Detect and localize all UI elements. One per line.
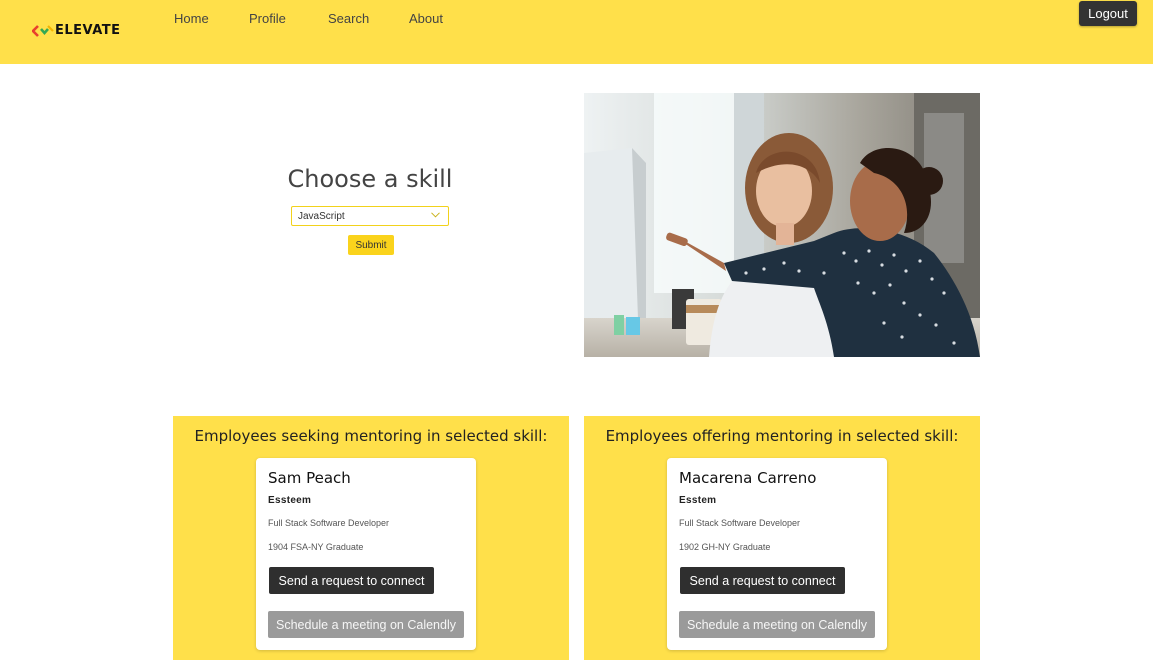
nav-profile[interactable]: Profile (249, 11, 286, 27)
offering-panel-title: Employees offering mentoring in selected… (605, 427, 959, 445)
employee-company: Esstem (679, 495, 717, 506)
employee-role: Full Stack Software Developer (268, 518, 390, 528)
employee-card: Macarena Carreno Esstem Full Stack Softw… (667, 458, 887, 650)
top-nav-bar: ELEVATE Home Profile Search About Logout (0, 0, 1153, 64)
elevate-logo-icon (32, 25, 54, 37)
employee-role: Full Stack Software Developer (679, 518, 801, 528)
skill-select[interactable]: JavaScript (291, 206, 449, 226)
seeking-panel-title: Employees seeking mentoring in selected … (194, 427, 548, 445)
employee-company: Essteem (268, 495, 312, 506)
send-connect-request-button[interactable]: Send a request to connect (269, 567, 434, 594)
chevron-down-icon (431, 212, 440, 218)
employee-name: Sam Peach (268, 469, 351, 487)
skill-select-value: JavaScript (298, 211, 345, 222)
schedule-calendly-button[interactable]: Schedule a meeting on Calendly (268, 611, 464, 638)
employee-card: Sam Peach Essteem Full Stack Software De… (256, 458, 476, 650)
submit-button[interactable]: Submit (348, 235, 394, 255)
offering-mentoring-panel: Employees offering mentoring in selected… (584, 416, 980, 660)
nav-about[interactable]: About (409, 11, 443, 27)
brand-name: ELEVATE (55, 23, 121, 38)
office-photo-illustration (584, 93, 980, 357)
hero-photo (584, 93, 980, 357)
nav-home[interactable]: Home (174, 11, 209, 27)
employee-name: Macarena Carreno (679, 469, 817, 487)
choose-skill-heading: Choose a skill (287, 165, 453, 193)
employee-graduate: 1902 GH-NY Graduate (679, 542, 771, 552)
seeking-mentoring-panel: Employees seeking mentoring in selected … (173, 416, 569, 660)
employee-graduate: 1904 FSA-NY Graduate (268, 542, 364, 552)
logout-button[interactable]: Logout (1079, 1, 1137, 26)
send-connect-request-button[interactable]: Send a request to connect (680, 567, 845, 594)
nav-search[interactable]: Search (328, 11, 369, 27)
brand-logo[interactable]: ELEVATE (32, 22, 121, 40)
schedule-calendly-button[interactable]: Schedule a meeting on Calendly (679, 611, 875, 638)
